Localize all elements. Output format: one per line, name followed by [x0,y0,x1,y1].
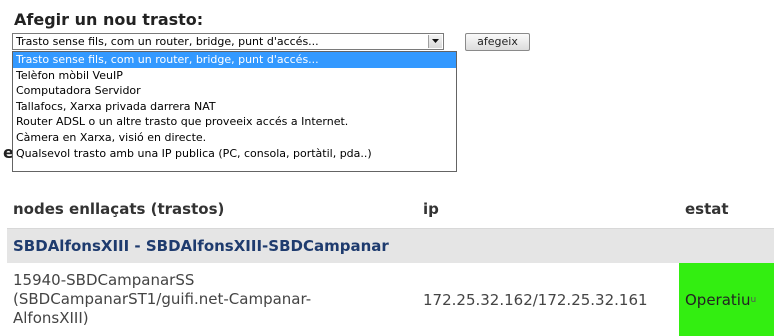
device-type-select-value: Trasto sense fils, com un router, bridge… [16,35,319,48]
dropdown-option-adsl-router[interactable]: Router ADSL o un altre trasto que provee… [13,114,456,130]
device-name-line2: (SBDCampanarST1/guifi.net-Campanar- [13,290,312,308]
dropdown-option-server[interactable]: Computadora Servidor [13,83,456,99]
chevron-down-icon [432,39,439,43]
device-name-line1[interactable]: 15940-SBDCampanarSS [13,271,194,289]
linked-nodes-table: nodes enllaçats (trastos) ip estat SBDAl… [7,190,774,336]
dropdown-option-voip-phone[interactable]: Telèfon mòbil VeuIP [13,68,456,84]
status-suffix: u [750,294,757,305]
device-type-dropdown-list[interactable]: Trasto sense fils, com un router, bridge… [12,51,457,172]
table-row: 15940-SBDCampanarSS (SBDCampanarST1/guif… [7,263,774,336]
group-label: SBDAlfonsXIII - SBDAlfonsXIII-SBDCampana… [7,228,774,263]
column-header-ip: ip [417,190,679,229]
table-group-row: SBDAlfonsXIII - SBDAlfonsXIII-SBDCampana… [7,228,774,263]
add-button[interactable]: afegeix [465,33,530,51]
select-arrow-button[interactable] [428,35,442,48]
dropdown-option-firewall[interactable]: Tallafocs, Xarxa privada darrera NAT [13,99,456,115]
table-header-row: nodes enllaçats (trastos) ip estat [7,190,774,229]
dropdown-option-wireless[interactable]: Trasto sense fils, com un router, bridge… [13,52,456,68]
status-badge: Operatiuu [679,263,774,336]
status-text: Operatiu [685,290,751,309]
dropdown-option-public-ip-device[interactable]: Qualsevol trasto amb una IP publica (PC,… [13,146,456,162]
ip-cell: 172.25.32.162/172.25.32.161 [423,290,648,309]
column-header-state: estat [679,190,774,229]
device-type-select[interactable]: Trasto sense fils, com un router, bridge… [12,33,444,50]
dropdown-option-network-camera[interactable]: Càmera en Xarxa, visió en directe. [13,130,456,146]
column-header-nodes: nodes enllaçats (trastos) [7,190,417,229]
add-device-title: Afegir un nou trasto: [14,10,204,29]
device-name-line3: AlfonsXIII) [13,309,89,327]
device-cell: 15940-SBDCampanarSS (SBDCampanarST1/guif… [7,263,417,336]
